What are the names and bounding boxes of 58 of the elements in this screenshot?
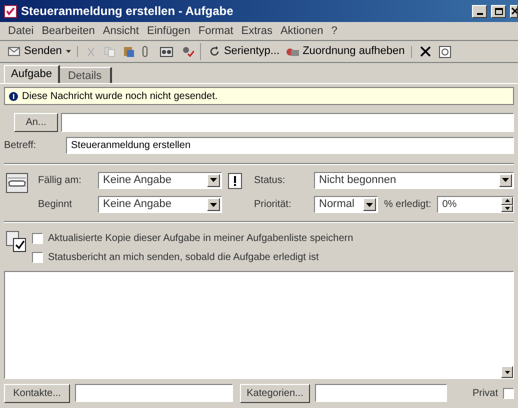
spinner-icon[interactable] [501,197,513,212]
close-icon[interactable] [510,4,518,18]
option-label: Aktualisierte Kopie dieser Aufgabe in meiner Aufgabenliste speichern [48,232,354,246]
check-names-icon[interactable] [180,46,194,57]
tab[interactable]: Details [60,67,112,83]
percent-complete-field[interactable]: 0% [437,196,514,213]
info-text: Diese Nachricht wurde noch nicht gesendet. [22,90,218,104]
task-icon [4,4,17,18]
status-label: Status: [254,174,286,188]
importance-icon[interactable] [228,171,242,189]
menu-item[interactable]: ? [331,22,338,40]
checkbox[interactable] [32,252,43,263]
checkbox[interactable] [32,233,43,244]
percent-complete-label: % erledigt: [384,198,432,212]
help-icon[interactable] [438,46,451,58]
to-button[interactable]: An... [14,112,58,132]
due-date-field[interactable]: Keine Angabe [98,172,222,188]
window-title: Steueranmeldung erstellen - Aufgabe [21,3,234,20]
checkbox[interactable] [503,388,514,398]
priority-field[interactable]: Normal [314,196,378,213]
to-field[interactable] [61,112,514,132]
categories-field[interactable] [315,384,447,402]
subject-field[interactable]: Steueranmeldung erstellen [66,137,514,154]
caret-icon [66,50,71,53]
info-icon [9,92,18,100]
priority-label: Priorität: [254,198,292,212]
calendar-icon [6,173,28,193]
paste-icon[interactable] [122,46,134,57]
start-date-label: Beginnt [38,198,73,212]
minimize-icon[interactable] [472,4,487,18]
menu-item[interactable]: Extras [241,22,272,40]
delete-icon[interactable] [420,46,431,57]
subject-label: Betreff: [4,139,38,153]
menu-item[interactable]: Ansicht [102,22,139,40]
contacts-button[interactable]: Kontakte... [4,384,70,402]
due-date-label: Fällig am: [38,174,82,188]
start-date-field[interactable]: Keine Angabe [98,196,222,213]
recurrence-icon [208,46,220,57]
contacts-field[interactable] [75,384,233,402]
unassign-button[interactable]: Zuordnung aufheben [286,43,405,60]
menu-item[interactable]: Datei [8,22,34,40]
notes-field[interactable] [4,271,514,379]
menu-item[interactable]: Aktionen [280,22,324,40]
maximize-icon[interactable] [491,4,506,18]
menu-item[interactable]: Einfügen [146,22,190,40]
envelope-icon [8,47,20,56]
menu-item[interactable]: Bearbeiten [42,22,95,40]
tab[interactable]: Aufgabe [4,65,60,83]
send-button[interactable]: Senden [8,43,71,60]
categories-button[interactable]: Kategorien... [240,384,310,402]
status-field[interactable]: Nicht begonnen [314,172,514,188]
scroll-down-icon[interactable] [501,366,513,378]
private-label: Privat [472,386,498,400]
option-label: Statusbericht an mich senden, sobald die Aufgabe erledigt ist [48,251,319,265]
paperclip-icon[interactable] [142,46,148,57]
clipboard-check-icon [6,231,26,253]
menu-item[interactable]: Format [198,22,234,40]
recurrence-button[interactable]: Serientyp... [200,43,280,60]
